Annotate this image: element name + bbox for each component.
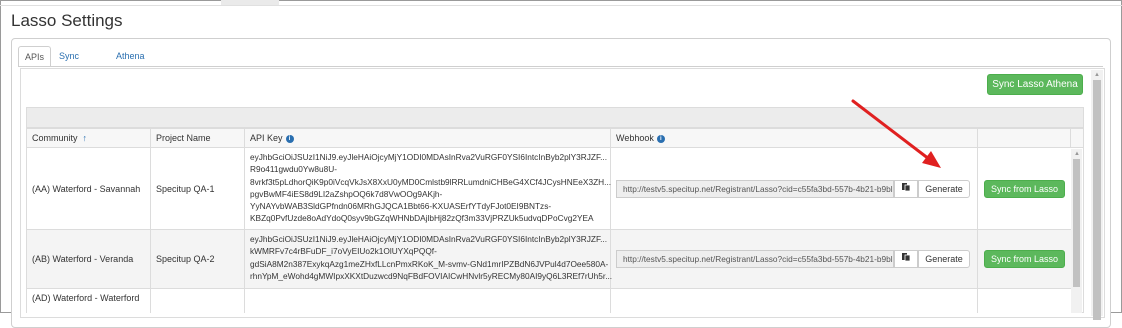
- api-key-line: 8vrkf3t5pLdhorQiK9p0iVcqVkJsX8XxU0yMD0Cm…: [250, 176, 612, 187]
- api-key-line: YyNAYvbWAB3SldGPfndn06MRhGJQCA1Bbt66-KXU…: [250, 201, 552, 212]
- actions-cell: Sync from Lasso: [978, 148, 1071, 229]
- api-key-cell: [245, 289, 611, 313]
- tab-athena-settings[interactable]: Athena Settings: [110, 46, 155, 81]
- sort-up-icon[interactable]: ↑: [83, 133, 88, 143]
- generate-button[interactable]: Generate: [918, 250, 970, 268]
- project-name: Specitup QA-2: [156, 254, 215, 264]
- sync-from-lasso-button[interactable]: Sync from Lasso: [984, 250, 1065, 268]
- api-key-line: eyJhbGciOiJSUzI1NiJ9.eyJleHAiOjcyMjY1ODI…: [250, 152, 608, 162]
- api-key-line: KBZq0PvfUzde8oAdYdoQ0syv9bGZqWHNbDAjlbHj…: [250, 213, 594, 224]
- api-key-line: R9o411gwdu0Yw8u8U-: [250, 164, 338, 175]
- top-divider: [0, 5, 1122, 6]
- info-icon[interactable]: i: [656, 134, 665, 143]
- api-key-text: eyJhbGciOiJSUzI1NiJ9.eyJleHAiOjcyMjY1ODI…: [250, 233, 612, 282]
- project-name-cell: Specitup QA-2: [151, 230, 245, 288]
- api-key-line: gdSiA8M2n387ExykqAzg1meZHxfLLcnPmxRKoK_M…: [250, 258, 609, 269]
- sync-from-lasso-button[interactable]: Sync from Lasso: [984, 180, 1065, 198]
- community-cell: (AD) Waterford - Waterford: [27, 289, 151, 313]
- header-project-name[interactable]: Project Name: [151, 129, 245, 149]
- clipboard-icon: [902, 253, 911, 262]
- copy-webhook-button[interactable]: [894, 250, 918, 268]
- sync-lasso-athena-button[interactable]: Sync Lasso Athena: [987, 74, 1083, 95]
- page-title: Lasso Settings: [11, 11, 123, 30]
- header-actions: [978, 129, 1071, 149]
- api-key-line: rhnYpM_eWohd4gMWIpxXKXtDuzwcd9NqFBdFOVIA…: [250, 270, 613, 281]
- scroll-up-icon[interactable]: ▲: [1093, 71, 1101, 79]
- copy-webhook-button[interactable]: [894, 180, 918, 198]
- content-scrollbar[interactable]: ▲: [1091, 70, 1103, 320]
- clipboard-icon: [902, 183, 911, 192]
- api-key-line: eyJhbGciOiJSUzI1NiJ9.eyJleHAiOjcyMjY1ODI…: [250, 234, 608, 244]
- header-webhook-label: Webhook: [616, 133, 654, 143]
- tab-apis[interactable]: APIs: [18, 46, 52, 67]
- api-key-cell: eyJhbGciOiJSUzI1NiJ9.eyJleHAiOjcyMjY1ODI…: [245, 230, 612, 288]
- community-name: (AB) Waterford - Veranda: [32, 254, 134, 264]
- project-name-cell: [151, 289, 245, 313]
- generate-button[interactable]: Generate: [918, 180, 970, 198]
- table-scrollbar[interactable]: ▲: [1071, 149, 1082, 313]
- table-row: (AB) Waterford - Veranda Specitup QA-2 e…: [27, 230, 1071, 289]
- scrollbar-thumb[interactable]: [1093, 80, 1101, 320]
- api-key-text: eyJhbGciOiJSUzI1NiJ9.eyJleHAiOjcyMjY1ODI…: [250, 151, 611, 225]
- header-scroll-spacer: [1071, 129, 1083, 149]
- project-name: Specitup QA-1: [156, 183, 215, 194]
- webhook-url-field[interactable]: http://testv5.specitup.net/Registrant/La…: [616, 180, 894, 198]
- header-community[interactable]: Community ↑: [27, 129, 151, 149]
- tab-sync-logs[interactable]: Sync Logs: [53, 46, 85, 81]
- community-name: (AA) Waterford - Savannah: [32, 183, 141, 194]
- table-scrollbar-thumb[interactable]: [1073, 159, 1080, 287]
- api-key-line: pgvBwMF4iES8d9LI2aZshpOQ6k7d8VwOOg9AKjh-: [250, 188, 443, 199]
- tab-underline: [18, 66, 1103, 67]
- info-icon[interactable]: i: [285, 134, 294, 143]
- api-key-line: kWMRFv7c4rBFuDF_i7oVyEIUo2k1OlUYXqPQQf-: [250, 246, 437, 257]
- actions-cell: Sync from Lasso: [978, 230, 1071, 288]
- community-cell: (AB) Waterford - Veranda: [27, 230, 151, 288]
- webhook-cell: http://testv5.specitup.net/Registrant/La…: [611, 230, 978, 288]
- community-cell: (AA) Waterford - Savannah: [27, 148, 151, 229]
- project-name-cell: Specitup QA-1: [151, 148, 245, 229]
- header-api-key[interactable]: API Key i: [245, 129, 611, 149]
- table-row: (AD) Waterford - Waterford: [27, 289, 1071, 313]
- red-arrow-annotation: [851, 99, 941, 168]
- community-name: (AD) Waterford - Waterford: [32, 293, 140, 303]
- header-community-label: Community: [32, 133, 78, 143]
- actions-cell: [978, 289, 1071, 313]
- webhook-url-field[interactable]: http://testv5.specitup.net/Registrant/La…: [616, 250, 894, 268]
- webhook-cell: [611, 289, 978, 313]
- header-api-key-label: API Key: [250, 133, 283, 143]
- scroll-up-icon[interactable]: ▲: [1073, 150, 1081, 158]
- api-key-cell: eyJhbGciOiJSUzI1NiJ9.eyJleHAiOjcyMjY1ODI…: [245, 148, 611, 229]
